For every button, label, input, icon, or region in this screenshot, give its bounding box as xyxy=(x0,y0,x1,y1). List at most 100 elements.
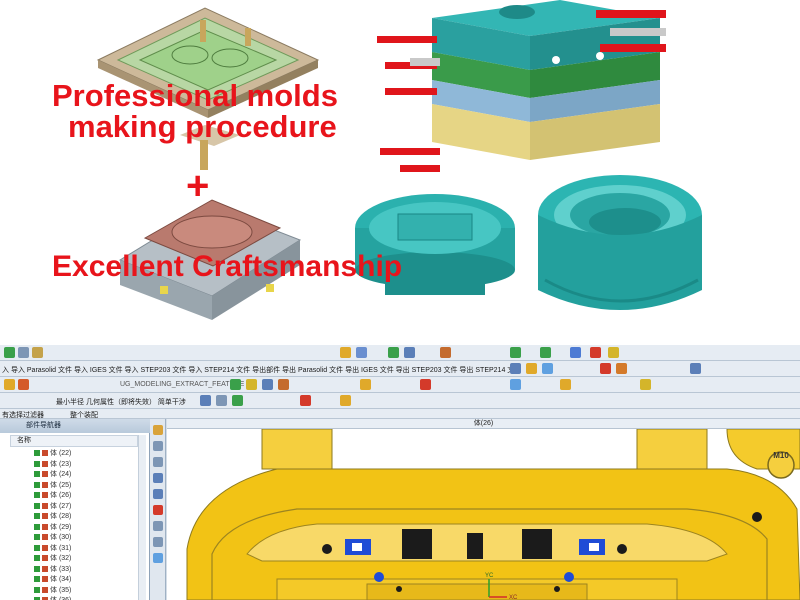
tool-icon[interactable] xyxy=(153,457,163,467)
solid-body-icon xyxy=(42,513,48,519)
tool-icon[interactable] xyxy=(300,395,311,406)
navigator-item-label: 体 (30) xyxy=(50,534,72,541)
solid-body-icon xyxy=(42,576,48,582)
promo-banner: Professional molds making procedure + Ex… xyxy=(0,0,800,345)
tool-icon[interactable] xyxy=(153,425,163,435)
tool-icon[interactable] xyxy=(542,363,553,374)
tool-icon[interactable] xyxy=(690,363,701,374)
tool-icon[interactable] xyxy=(360,379,371,390)
column-header-name[interactable]: 名称 xyxy=(10,435,138,447)
checkbox-icon[interactable] xyxy=(34,502,40,509)
tool-icon[interactable] xyxy=(4,379,15,390)
checkbox-icon[interactable] xyxy=(34,450,40,456)
navigator-item[interactable]: 体 (26) xyxy=(34,491,71,501)
tool-icon[interactable] xyxy=(153,553,163,563)
checkbox-icon[interactable] xyxy=(34,523,40,530)
graphics-viewport[interactable]: 体(26) YC XC M10 xyxy=(167,419,800,600)
tool-icon[interactable] xyxy=(440,347,451,358)
navigator-item[interactable]: 体 (30) xyxy=(34,533,71,543)
filter-dropdown[interactable]: 有选择过滤器 xyxy=(2,410,44,418)
tool-icon[interactable] xyxy=(18,379,29,390)
checkbox-icon[interactable] xyxy=(34,544,40,551)
solid-body-icon xyxy=(42,471,48,477)
checkbox-icon[interactable] xyxy=(34,471,40,477)
tool-icon[interactable] xyxy=(526,363,537,374)
teal-cup-right-illustration xyxy=(538,175,702,310)
check-icon[interactable] xyxy=(4,347,15,358)
navigator-item[interactable]: 体 (34) xyxy=(34,575,71,585)
assembly-dropdown[interactable]: 整个装配 xyxy=(70,410,98,418)
mold-insert-render: YC XC xyxy=(167,429,800,600)
tool-icon[interactable] xyxy=(153,489,163,499)
checkbox-icon[interactable] xyxy=(34,513,40,519)
navigator-scrollbar[interactable] xyxy=(138,435,146,600)
checkbox-icon[interactable] xyxy=(34,481,40,488)
tool-icon[interactable] xyxy=(600,363,611,374)
navigator-item[interactable]: 体 (25) xyxy=(34,481,71,491)
navigator-item[interactable]: 体 (24) xyxy=(34,470,71,480)
checkbox-icon[interactable] xyxy=(34,576,40,582)
navigator-item[interactable]: 体 (33) xyxy=(34,565,71,575)
solid-body-icon xyxy=(42,481,48,488)
m10-badge: M10 xyxy=(773,451,789,460)
tool-icon[interactable] xyxy=(510,347,521,358)
tool-icon[interactable] xyxy=(404,347,415,358)
tool-icon[interactable] xyxy=(262,379,273,390)
checkbox-icon[interactable] xyxy=(34,586,40,593)
tool-icon[interactable] xyxy=(570,347,581,358)
navigator-item-label: 体 (23) xyxy=(50,460,72,468)
tool-icon[interactable] xyxy=(590,347,601,358)
analysis-tools-label[interactable]: 最小半径 几何属性（即将失效） 简单干涉 xyxy=(56,397,186,407)
tool-icon[interactable] xyxy=(510,379,521,390)
import-export-menu[interactable]: 入 导入 Parasolid 文件 导入 IGES 文件 导入 STEP203 … xyxy=(2,365,521,375)
axis-x-label: XC xyxy=(509,595,518,600)
tool-icon[interactable] xyxy=(153,537,163,547)
tool-icon[interactable] xyxy=(510,363,521,374)
tool-icon[interactable] xyxy=(340,347,351,358)
tool-icon[interactable] xyxy=(232,395,243,406)
navigator-item[interactable]: 体 (28) xyxy=(34,512,71,522)
tool-icon[interactable] xyxy=(356,347,367,358)
tool-icon[interactable] xyxy=(153,473,163,483)
tool-icon[interactable] xyxy=(640,379,651,390)
navigator-item[interactable]: 体 (27) xyxy=(34,502,71,512)
tool-icon[interactable] xyxy=(18,347,29,358)
navigator-item[interactable]: 体 (32) xyxy=(34,554,71,564)
tool-icon[interactable] xyxy=(540,347,551,358)
tool-icon[interactable] xyxy=(153,505,163,515)
tool-icon[interactable] xyxy=(200,395,211,406)
solid-body-icon xyxy=(42,534,48,540)
solid-body-icon xyxy=(42,544,48,551)
tool-icon[interactable] xyxy=(340,395,351,406)
tool-icon[interactable] xyxy=(420,379,431,390)
tool-icon[interactable] xyxy=(560,379,571,390)
mold-assembly-red-pins-illustration xyxy=(377,0,666,172)
navigator-item[interactable]: 体 (29) xyxy=(34,523,71,533)
extract-feature-label[interactable]: UG_MODELING_EXTRACT_FEATURE xyxy=(120,381,244,388)
tool-icon[interactable] xyxy=(616,363,627,374)
navigator-item[interactable]: 体 (36) xyxy=(34,596,71,600)
navigator-item-label: 体 (28) xyxy=(50,513,72,520)
tool-icon[interactable] xyxy=(278,379,289,390)
tool-icon[interactable] xyxy=(153,521,163,531)
tool-icon[interactable] xyxy=(246,379,257,390)
checkbox-icon[interactable] xyxy=(34,492,40,498)
checkbox-icon[interactable] xyxy=(34,460,40,467)
tool-icon[interactable] xyxy=(32,347,43,358)
navigator-item-label: 体 (33) xyxy=(50,565,72,573)
tool-icon[interactable] xyxy=(388,347,399,358)
checkbox-icon[interactable] xyxy=(34,534,40,540)
axis-y-label: YC xyxy=(485,573,494,579)
tool-icon[interactable] xyxy=(153,441,163,451)
checkbox-icon[interactable] xyxy=(34,565,40,572)
navigator-item[interactable]: 体 (35) xyxy=(34,586,71,596)
navigator-item[interactable]: 体 (23) xyxy=(34,460,71,470)
navigator-item[interactable]: 体 (31) xyxy=(34,544,71,554)
checkbox-icon[interactable] xyxy=(34,555,40,561)
navigator-item[interactable]: 体 (22) xyxy=(34,449,71,459)
solid-body-icon xyxy=(42,555,48,561)
tool-icon[interactable] xyxy=(230,379,241,390)
tool-icon[interactable] xyxy=(608,347,619,358)
headline-line3: Excellent Craftsmanship xyxy=(52,250,403,283)
tool-icon[interactable] xyxy=(216,395,227,406)
